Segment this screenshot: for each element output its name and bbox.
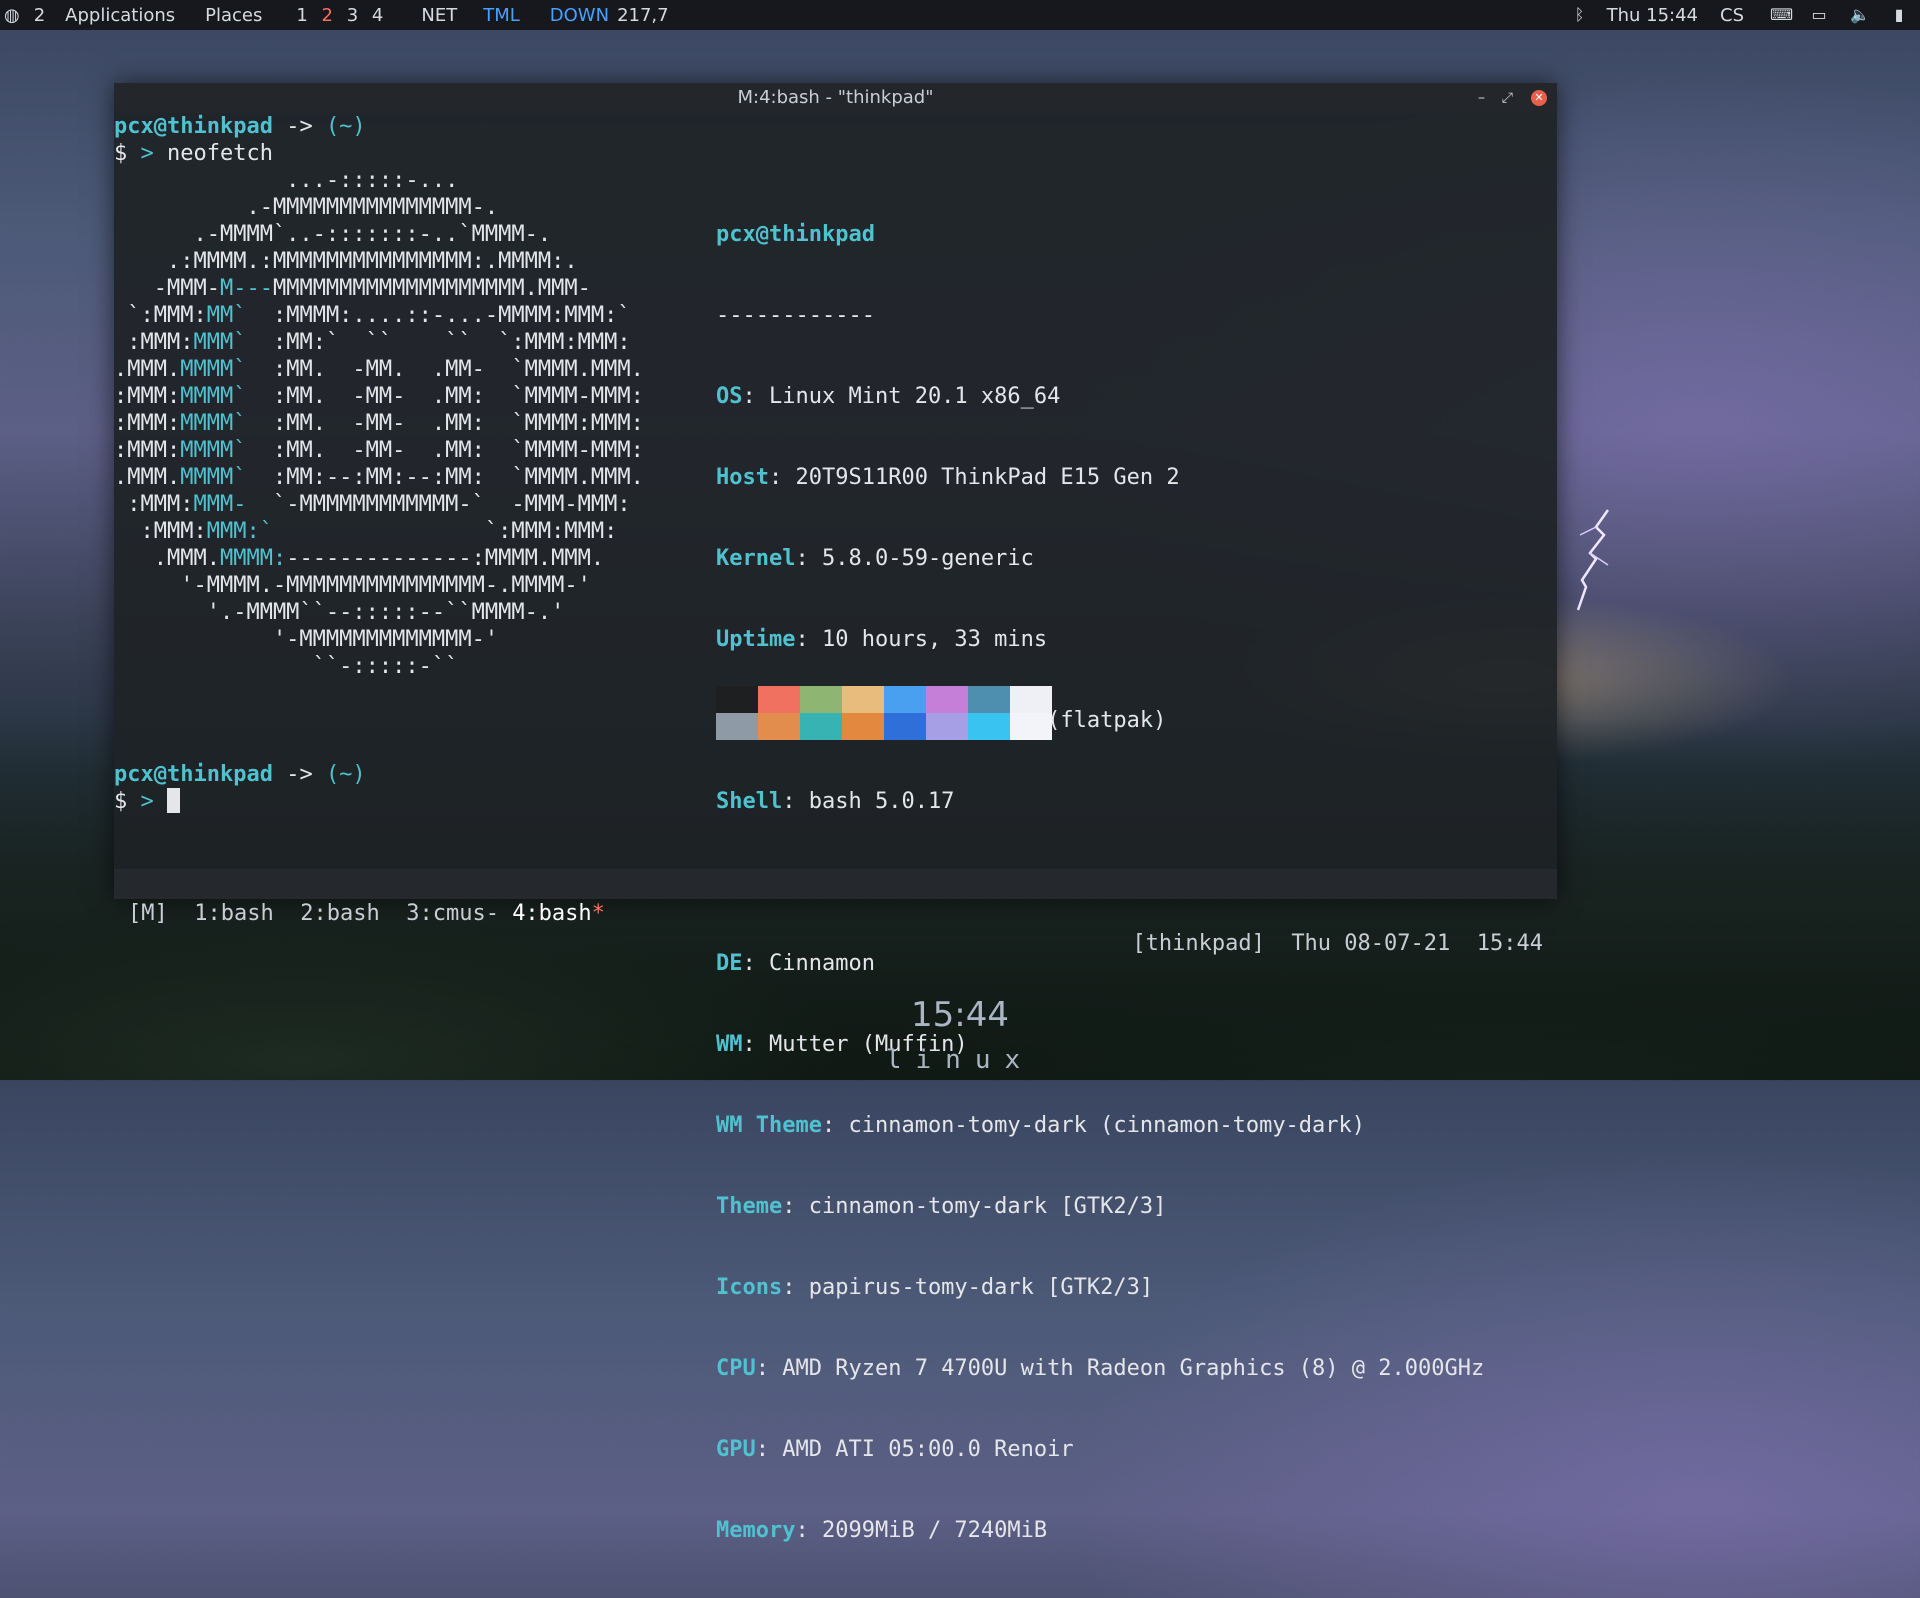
prompt-arrow: -> [272, 762, 326, 787]
panel-clock[interactable]: Thu 15:44 [1607, 5, 1698, 26]
mode-indicator: [M] [128, 901, 168, 926]
color-swatch [758, 713, 800, 740]
close-button[interactable]: ✕ [1531, 90, 1547, 106]
bluetooth-icon[interactable]: ᛒ [1571, 6, 1589, 24]
info-row: Uptime: 10 hours, 33 mins [716, 627, 1048, 652]
info-row: OS: Linux Mint 20.1 x86_64 [716, 384, 1061, 409]
info-row: GPU: AMD ATI 05:00.0 Renoir [716, 1437, 1074, 1462]
status-host: [thinkpad] [1132, 931, 1265, 956]
command-line: $ > neofetch [114, 140, 273, 167]
color-swatch [1010, 713, 1052, 740]
menu-icon[interactable]: ◍ [4, 5, 20, 26]
info-row: Kernel: 5.8.0-59-generic [716, 546, 1034, 571]
input-line[interactable]: $ > [114, 788, 180, 815]
color-swatch [884, 686, 926, 713]
color-swatch [1010, 686, 1052, 713]
status-time: 15:44 [1476, 931, 1543, 956]
color-swatch [716, 713, 758, 740]
battery-icon[interactable]: ▮ [1890, 6, 1908, 24]
tab-2-bash[interactable]: 2:bash [300, 901, 379, 926]
info-row: Host: 20T9S11R00 ThinkPad E15 Gen 2 [716, 465, 1180, 490]
volume-icon[interactable]: 🔈 [1850, 6, 1870, 24]
workspace-1[interactable]: 1 [296, 5, 307, 26]
prompt-symbol: $ [114, 789, 141, 814]
info-row: Memory: 2099MiB / 7240MiB [716, 1518, 1048, 1543]
workspace-2[interactable]: 2 [322, 5, 333, 26]
workspace-4[interactable]: 4 [372, 5, 383, 26]
applications-menu[interactable]: Applications [65, 5, 175, 26]
prompt-dir: (~) [325, 762, 366, 787]
top-panel: ◍ 2 Applications Places 1 2 3 4 NET TML … [0, 0, 1920, 30]
statusbar-right: [thinkpad] Thu 08-07-21 15:44 [1132, 929, 1543, 959]
prompt-arrow: -> [272, 114, 326, 139]
terminal-content[interactable]: pcx@thinkpad -> (~) $ > neofetch ...-:::… [114, 113, 1557, 1543]
prompt-user: pcx@thinkpad [114, 762, 273, 787]
tab-3-cmus[interactable]: 3:cmus- [406, 901, 499, 926]
prompt-line: pcx@thinkpad -> (~) [114, 113, 366, 140]
tab-1-bash[interactable]: 1:bash [194, 901, 273, 926]
net-label: NET [421, 4, 458, 26]
maximize-button[interactable]: ⤢ [1502, 83, 1513, 113]
active-tab-flag: * [591, 901, 605, 926]
color-swatch [758, 686, 800, 713]
minimize-button[interactable]: – [1478, 83, 1485, 113]
mint-ascii-logo: ...-:::::-... .-MMMMMMMMMMMMMMM-. .-MMMM… [114, 168, 644, 679]
keyboard-layout[interactable]: CS [1720, 5, 1744, 26]
tmux-statusbar: [M] 1:bash 2:bash 3:cmus- 4:bash* [think… [114, 869, 1557, 956]
display-icon[interactable]: ▭ [1810, 6, 1828, 24]
lightning-bolt [1576, 509, 1610, 611]
tml-label: TML [483, 4, 520, 26]
info-row: Icons: papirus-tomy-dark [GTK2/3] [716, 1275, 1154, 1300]
desktop-clock: 15:44 [911, 995, 1009, 1035]
color-swatch [842, 713, 884, 740]
down-label: DOWN [549, 4, 610, 26]
color-palette [716, 686, 1052, 740]
prompt-user: pcx@thinkpad [114, 114, 273, 139]
window-titlebar[interactable]: M:4:bash - "thinkpad" – ⤢ ✕ [114, 83, 1557, 113]
prompt-gt: > [140, 141, 167, 166]
color-swatch [800, 686, 842, 713]
places-menu[interactable]: Places [205, 5, 262, 26]
info-row: Shell: bash 5.0.17 [716, 789, 955, 814]
prompt-line: pcx@thinkpad -> (~) [114, 761, 366, 788]
color-swatch [926, 713, 968, 740]
prompt-symbol: $ [114, 141, 141, 166]
color-swatch [800, 713, 842, 740]
statusbar-left: [M] 1:bash 2:bash 3:cmus- 4:bash* [128, 899, 605, 929]
text-cursor [167, 788, 180, 813]
color-swatch [842, 686, 884, 713]
command-text: neofetch [167, 141, 273, 166]
color-swatch [716, 686, 758, 713]
tab-4-bash[interactable]: 4:bash [512, 901, 591, 926]
keyboard-icon[interactable]: ⌨ [1770, 6, 1793, 24]
workspace-switcher: 1 2 3 4 [296, 5, 391, 26]
color-swatch [884, 713, 926, 740]
panel-tray: ᛒ Thu 15:44 CS ⌨ ▭ 🔈 ▮ [1549, 0, 1920, 30]
info-header: pcx@thinkpad [716, 222, 875, 247]
menu-counter: 2 [33, 4, 46, 26]
color-swatch [926, 686, 968, 713]
workspace-3[interactable]: 3 [347, 5, 358, 26]
info-row: Theme: cinnamon-tomy-dark [GTK2/3] [716, 1194, 1167, 1219]
desktop-hostname: linux [885, 1045, 1035, 1075]
prompt-gt: > [140, 789, 167, 814]
info-separator: ------------ [716, 303, 875, 328]
terminal-window[interactable]: M:4:bash - "thinkpad" – ⤢ ✕ pcx@thinkpad… [114, 83, 1557, 1543]
window-title: M:4:bash - "thinkpad" [737, 87, 934, 108]
info-row: WM Theme: cinnamon-tomy-dark (cinnamon-t… [716, 1113, 1366, 1138]
info-row: CPU: AMD Ryzen 7 4700U with Radeon Graph… [716, 1356, 1485, 1381]
color-swatch [968, 686, 1010, 713]
color-swatch [968, 713, 1010, 740]
status-date: Thu 08-07-21 [1291, 931, 1451, 956]
down-value: 217,7 [617, 4, 669, 26]
prompt-dir: (~) [325, 114, 366, 139]
